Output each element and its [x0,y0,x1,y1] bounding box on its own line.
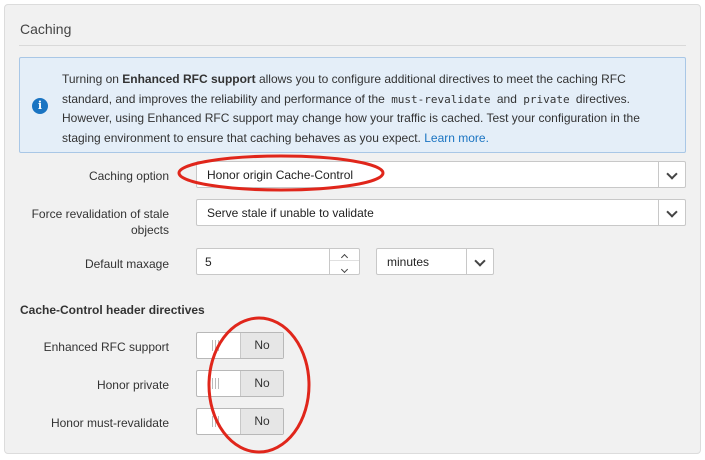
force-revalidation-label: Force revalidation of stale objects [31,207,169,237]
chevron-down-icon[interactable] [658,162,685,187]
caching-option-select[interactable]: Honor origin Cache-Control [196,161,686,188]
honor-must-revalidate-label: Honor must-revalidate [50,416,169,430]
learn-more-link[interactable]: Learn more. [424,131,489,145]
panel-title: Caching [20,21,72,37]
enhanced-rfc-toggle[interactable]: No [196,332,284,359]
chevron-down-icon[interactable] [466,249,493,274]
divider [19,45,686,46]
toggle-state: No [241,333,283,358]
toggle-handle[interactable] [197,333,241,358]
caching-panel: Caching i Turning on Enhanced RFC suppor… [4,4,701,454]
maxage-stepper[interactable] [329,249,359,274]
code-must-revalidate: must-revalidate [391,92,491,106]
maxage-input[interactable]: 5 [196,248,360,275]
increment-icon[interactable] [330,249,359,262]
force-revalidation-select[interactable]: Serve stale if unable to validate [196,199,686,226]
info-text: Turning on Enhanced RFC support allows y… [62,72,640,145]
default-maxage-label: Default maxage [84,257,169,271]
toggle-state: No [241,409,283,434]
directives-heading: Cache-Control header directives [20,303,205,317]
chevron-down-icon[interactable] [658,200,685,225]
honor-must-revalidate-toggle[interactable]: No [196,408,284,435]
caching-option-label: Caching option [88,169,169,183]
code-private: private [523,92,570,106]
toggle-handle[interactable] [197,371,241,396]
honor-private-toggle[interactable]: No [196,370,284,397]
toggle-state: No [241,371,283,396]
maxage-unit-value: minutes [387,255,430,269]
force-revalidation-value: Serve stale if unable to validate [207,206,374,220]
maxage-unit-select[interactable]: minutes [376,248,494,275]
info-box: i Turning on Enhanced RFC support allows… [19,57,686,153]
decrement-icon[interactable] [330,261,359,274]
honor-private-label: Honor private [96,378,169,392]
maxage-value: 5 [205,255,212,269]
info-bold-text: Enhanced RFC support [122,72,256,86]
info-icon: i [32,98,48,114]
toggle-handle[interactable] [197,409,241,434]
caching-option-value: Honor origin Cache-Control [207,168,354,182]
enhanced-rfc-label: Enhanced RFC support [43,340,169,354]
